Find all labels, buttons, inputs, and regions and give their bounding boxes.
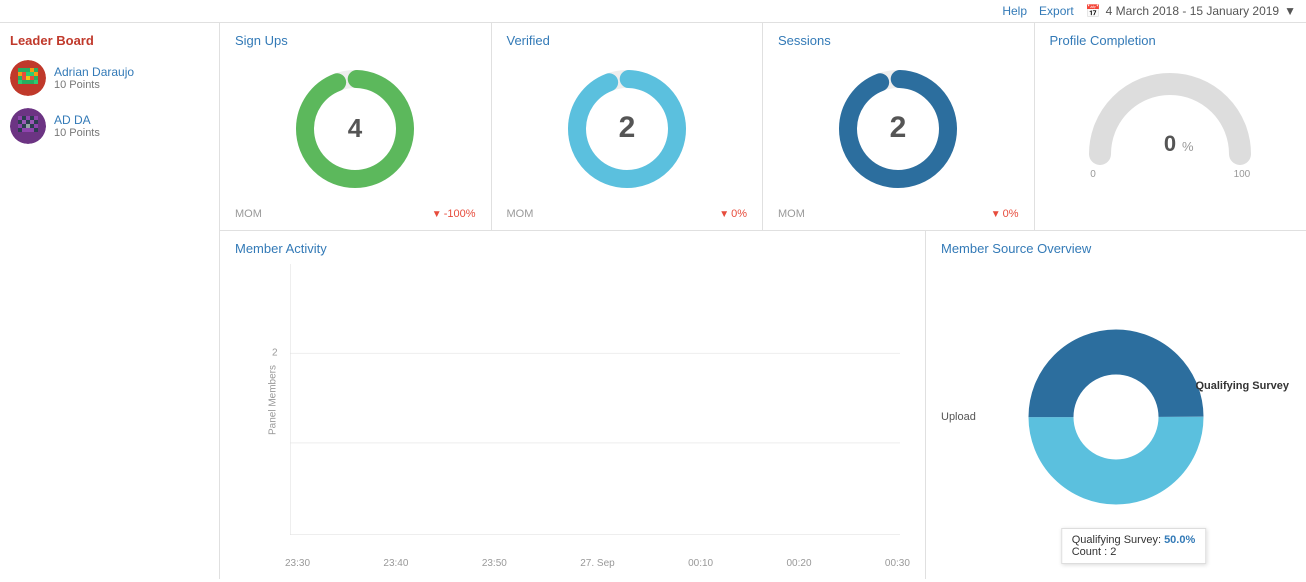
avatar	[10, 108, 46, 144]
svg-text:2: 2	[618, 111, 635, 144]
gauge-min-label: 0	[1090, 169, 1096, 180]
list-item: Adrian Daraujo 10 Points	[10, 60, 209, 96]
export-link[interactable]: Export	[1039, 4, 1074, 18]
right-content: Sign Ups 4 MOM ▼ -100%	[220, 23, 1306, 579]
member-activity-title: Member Activity	[235, 241, 910, 256]
chevron-down-icon: ▼	[1284, 4, 1296, 18]
signups-change: ▼ -100%	[432, 208, 476, 220]
date-range-text: 4 March 2018 - 15 January 2019	[1106, 4, 1279, 18]
arrow-down-icon: ▼	[991, 209, 1001, 220]
member-source-title: Member Source Overview	[941, 241, 1291, 256]
source-label-upload: Upload	[941, 411, 976, 423]
profile-completion-title: Profile Completion	[1050, 33, 1156, 48]
calendar-icon: 📅	[1086, 4, 1101, 18]
y-label-2: 2	[272, 348, 278, 359]
leader-name: AD DA	[54, 113, 100, 127]
signups-footer: MOM ▼ -100%	[235, 208, 476, 220]
signups-card: Sign Ups 4 MOM ▼ -100%	[220, 23, 492, 230]
leader-info: Adrian Daraujo 10 Points	[54, 65, 134, 91]
verified-title: Verified	[507, 33, 550, 48]
leader-info: AD DA 10 Points	[54, 113, 100, 139]
verified-card: Verified 2 MOM ▼ 0%	[492, 23, 764, 230]
gauge-container: 0 % 0 100	[1050, 59, 1292, 180]
profile-completion-card: Profile Completion 0 % 0 100	[1035, 23, 1306, 230]
arrow-down-icon: ▼	[432, 209, 442, 220]
sessions-title: Sessions	[778, 33, 831, 48]
gauge-max-label: 100	[1234, 169, 1251, 180]
date-range-selector[interactable]: 📅 4 March 2018 - 15 January 2019 ▼	[1086, 4, 1296, 18]
tooltip-box: Qualifying Survey: 50.0% Count : 2	[1061, 528, 1207, 564]
signups-donut: 4	[235, 59, 476, 199]
tooltip-percent: 50.0%	[1164, 534, 1195, 546]
leader-points: 10 Points	[54, 79, 134, 91]
verified-footer: MOM ▼ 0%	[507, 208, 748, 220]
source-chart-area: Upload Qualifying Survey Qualifying Surv…	[941, 264, 1291, 569]
verified-change: ▼ 0%	[719, 208, 747, 220]
source-label-qualifying: Qualifying Survey	[1195, 380, 1289, 392]
tooltip-title: Qualifying Survey: 50.0%	[1072, 534, 1196, 546]
gauge-labels: 0 100	[1090, 169, 1250, 180]
sessions-card: Sessions 2 MOM ▼ 0%	[763, 23, 1035, 230]
tooltip-count: Count : 2	[1072, 546, 1196, 558]
verified-donut: 2	[507, 59, 748, 199]
svg-text:2: 2	[890, 111, 907, 144]
sessions-footer: MOM ▼ 0%	[778, 208, 1019, 220]
verified-mom-label: MOM	[507, 208, 534, 220]
leader-points: 10 Points	[54, 127, 100, 139]
signups-title: Sign Ups	[235, 33, 288, 48]
svg-text:%: %	[1182, 139, 1194, 154]
leader-board: Leader Board	[0, 23, 220, 579]
leader-board-title: Leader Board	[10, 33, 209, 48]
y-axis-label: Panel Members	[268, 364, 279, 434]
main-grid: Leader Board	[0, 23, 1306, 579]
member-source-card: Member Source Overview Upload Qualifying…	[926, 231, 1306, 579]
list-item: AD DA 10 Points	[10, 108, 209, 144]
bottom-row: Member Activity Panel Members	[220, 231, 1306, 579]
member-activity-card: Member Activity Panel Members	[220, 231, 926, 579]
x-labels: 23:30 23:40 23:50 27. Sep 00:10 00:20 00…	[285, 558, 910, 569]
sessions-mom-label: MOM	[778, 208, 805, 220]
svg-text:4: 4	[348, 113, 363, 143]
leader-name: Adrian Daraujo	[54, 65, 134, 79]
sessions-donut: 2	[778, 59, 1019, 199]
arrow-down-icon: ▼	[719, 209, 729, 220]
help-link[interactable]: Help	[1002, 4, 1027, 18]
sessions-change: ▼ 0%	[991, 208, 1019, 220]
signups-mom-label: MOM	[235, 208, 262, 220]
svg-text:0: 0	[1164, 131, 1176, 156]
avatar	[10, 60, 46, 96]
stats-row: Sign Ups 4 MOM ▼ -100%	[220, 23, 1306, 231]
top-bar: Help Export 📅 4 March 2018 - 15 January …	[0, 0, 1306, 23]
